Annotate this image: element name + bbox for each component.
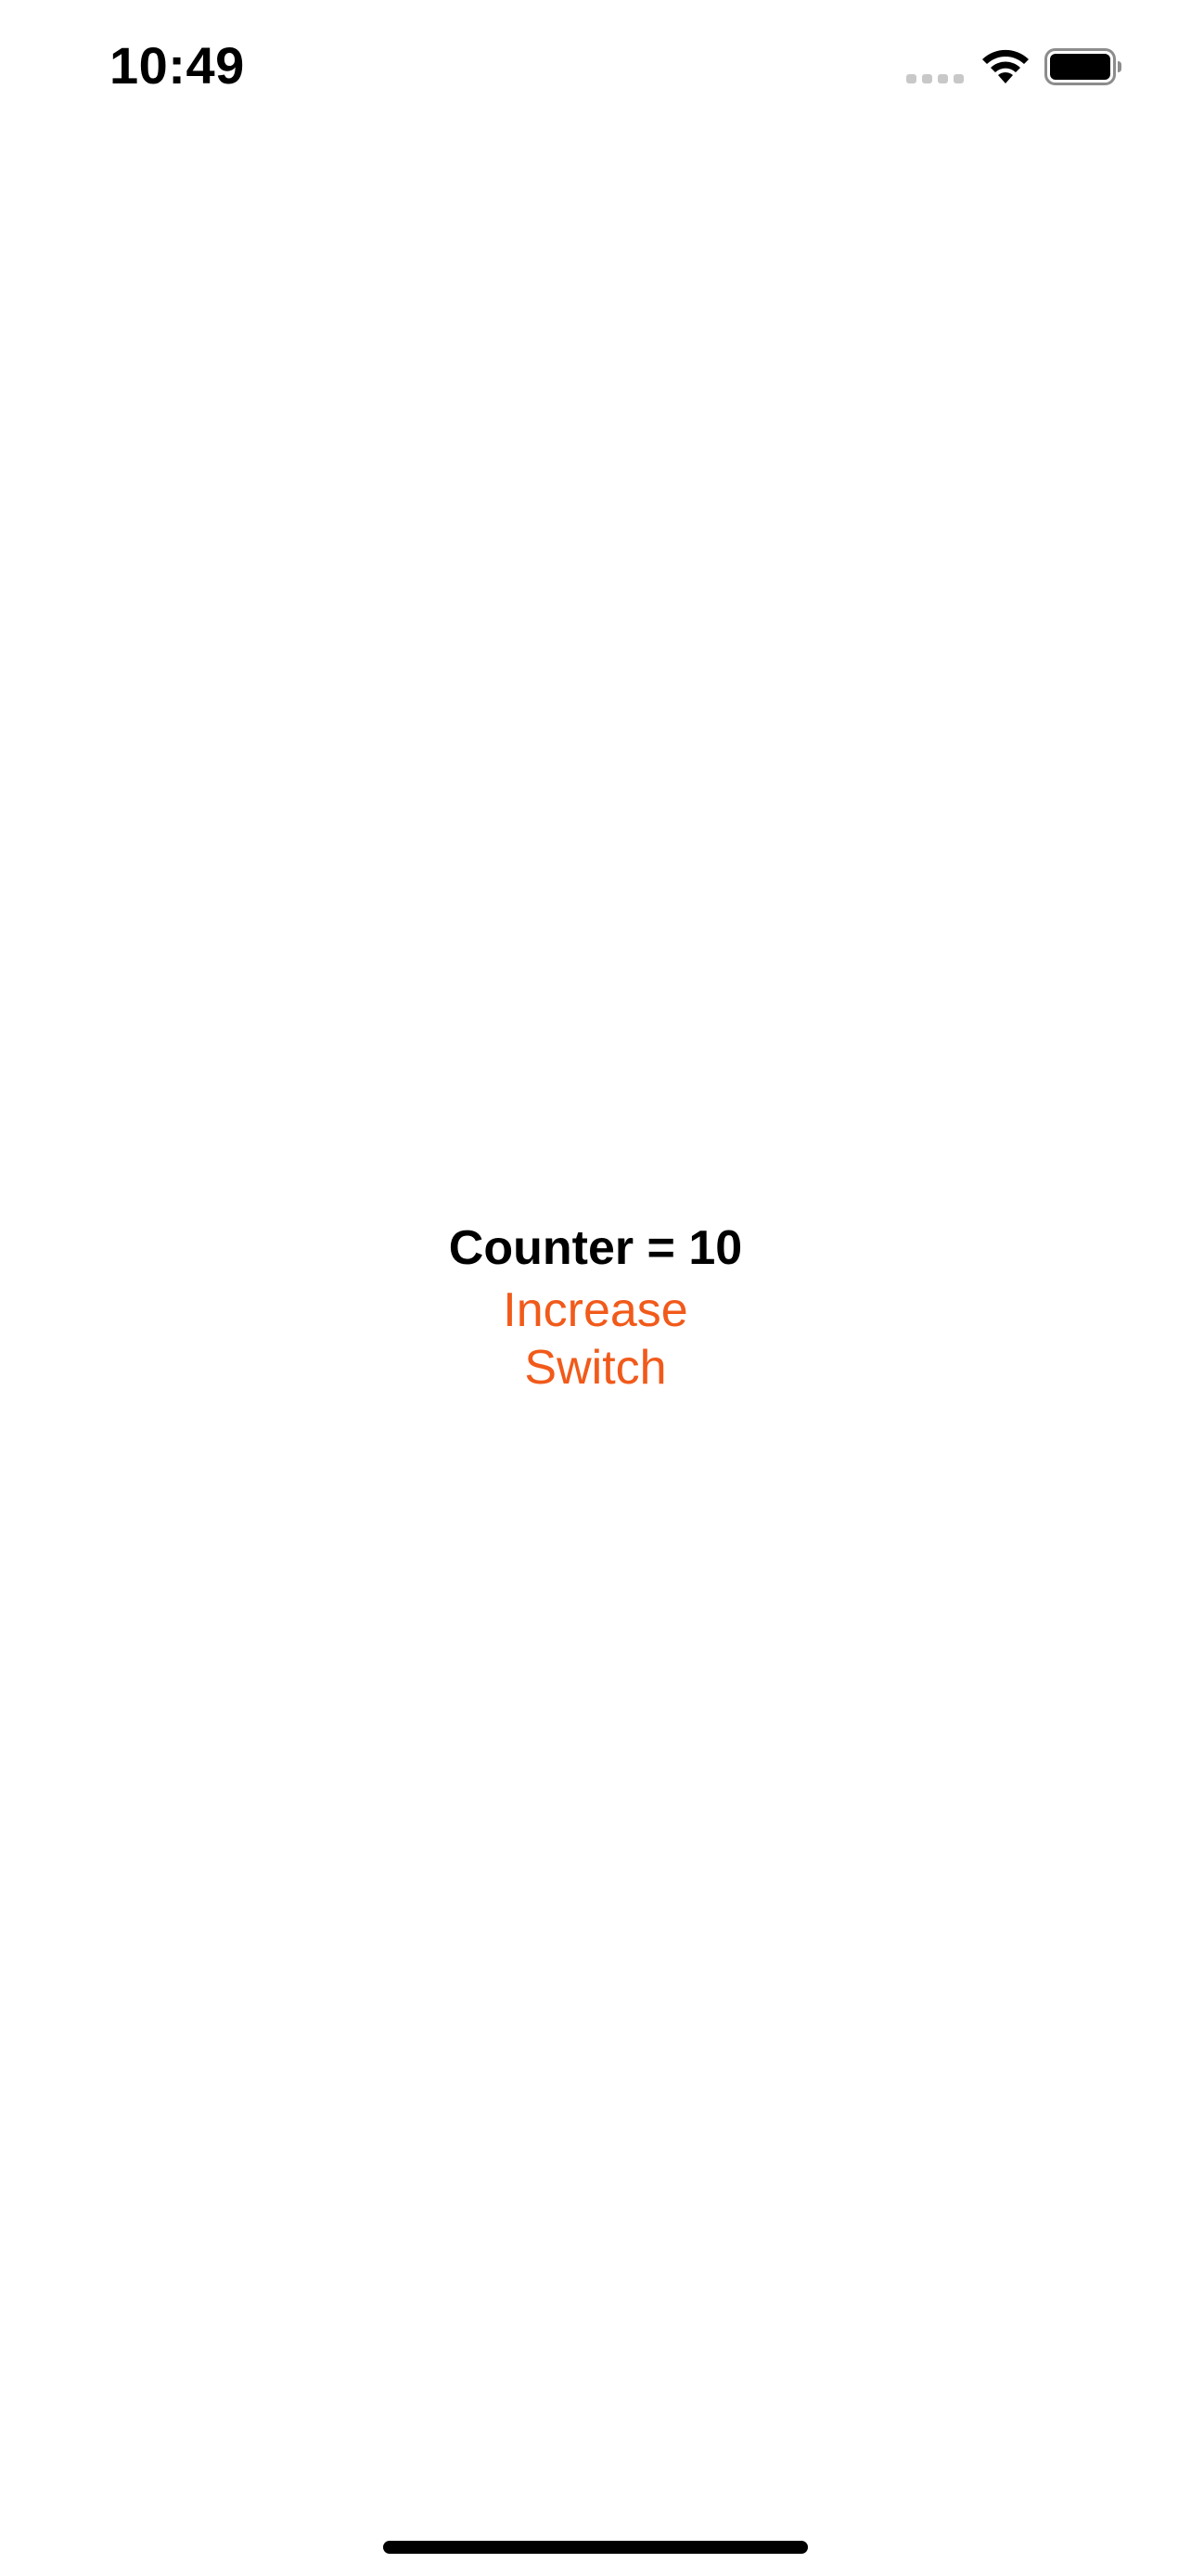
- home-indicator[interactable]: [383, 2541, 808, 2554]
- main-content: Counter = 10 Increase Switch: [0, 1215, 1191, 1396]
- increase-button[interactable]: Increase: [503, 1282, 687, 1339]
- cellular-signal-icon: [906, 74, 964, 83]
- counter-label: Counter = 10: [448, 1221, 743, 1275]
- status-bar: 10:49: [0, 0, 1191, 139]
- wifi-icon: [982, 49, 1029, 83]
- battery-icon: [1044, 48, 1121, 85]
- app-screen: 10:49 Counter = 10 Increase Switch: [0, 0, 1191, 2576]
- switch-button[interactable]: Switch: [524, 1339, 666, 1396]
- status-time: 10:49: [109, 36, 245, 95]
